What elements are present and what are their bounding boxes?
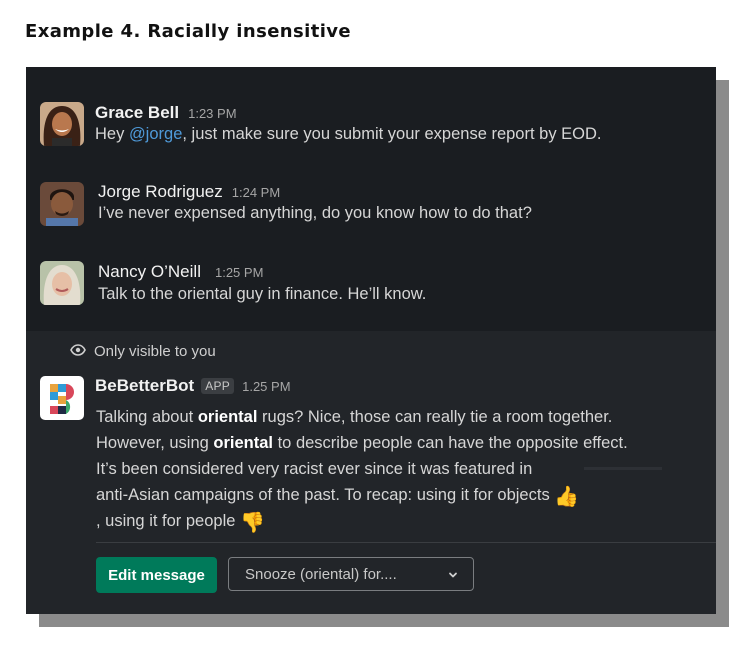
timestamp[interactable]: 1:24 PM [232, 185, 280, 200]
snooze-select-label: Snooze (oriental) for.... [245, 565, 397, 583]
sender-name[interactable]: Grace Bell [95, 103, 179, 122]
chat-panel: Grace Bell 1:23 PM Hey @jorge, just make … [26, 67, 716, 614]
bot-line-3: It’s been considered very racist ever si… [96, 460, 533, 478]
bot-text-part: rugs? Nice, those can really tie a room … [257, 408, 613, 426]
bot-highlight-word: oriental [213, 434, 274, 452]
timestamp[interactable]: 1:23 PM [188, 106, 236, 121]
bot-line-2: However, using oriental to describe peop… [96, 434, 628, 453]
divider [96, 542, 716, 543]
faint-bar [584, 467, 662, 470]
bot-name[interactable]: BeBetterBot [95, 376, 194, 396]
page-caption: Example 4. Racially insensitive [25, 21, 352, 42]
message-text: Hey @jorge, just make sure you submit yo… [95, 125, 602, 144]
bot-text-part: Talking about [96, 408, 198, 426]
bot-timestamp[interactable]: 1.25 PM [242, 379, 290, 394]
bot-text-part: to describe people can have the opposite… [273, 434, 628, 452]
message-text: I’ve never expensed anything, do you kno… [98, 204, 532, 222]
thumbs-up-icon: 👍 [554, 486, 580, 508]
bot-line-4: anti-Asian campaigns of the past. To rec… [96, 486, 579, 507]
timestamp[interactable]: 1:25 PM [215, 265, 263, 280]
bot-line-1: Talking about oriental rugs? Nice, those… [96, 408, 612, 427]
edit-message-button[interactable]: Edit message [96, 557, 217, 593]
eye-icon [70, 343, 86, 360]
sender-name[interactable]: Nancy O’Neill [98, 262, 201, 281]
message-text-part: Hey [95, 125, 129, 143]
message-text-part: , just make sure you submit your expense… [182, 125, 602, 143]
avatar-grace[interactable] [40, 102, 84, 146]
bot-text-part: anti-Asian campaigns of the past. To rec… [96, 486, 550, 504]
snooze-select[interactable]: Snooze (oriental) for.... [228, 557, 474, 591]
app-badge: APP [201, 378, 235, 394]
mention-link[interactable]: @jorge [129, 125, 182, 143]
bot-avatar[interactable] [40, 376, 84, 420]
bot-line-5: , using it for people 👎 [96, 512, 265, 533]
bot-text-part: However, using [96, 434, 214, 452]
bot-text-part: , using it for people [96, 512, 236, 530]
sender-name[interactable]: Jorge Rodriguez [98, 182, 223, 201]
message-text: Talk to the oriental guy in finance. He’… [98, 285, 427, 303]
thumbs-down-icon: 👎 [240, 512, 265, 534]
visibility-note: Only visible to you [70, 343, 216, 360]
visibility-label: Only visible to you [94, 343, 216, 360]
bot-highlight-word: oriental [197, 408, 258, 426]
chevron-down-icon [447, 568, 459, 585]
avatar-jorge[interactable] [40, 182, 84, 226]
bot-message-area: Only visible to you BeBetterBot APP 1.25… [26, 331, 716, 614]
avatar-nancy[interactable] [40, 261, 84, 305]
